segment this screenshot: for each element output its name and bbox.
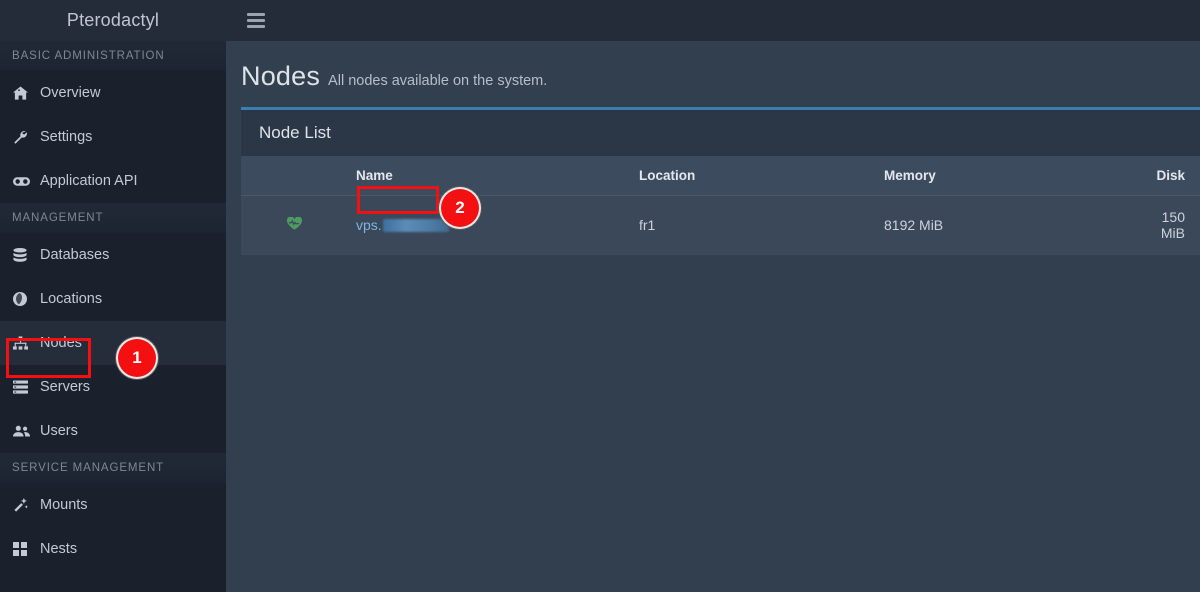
home-icon (13, 86, 37, 100)
sidebar-item-locations[interactable]: Locations (0, 277, 226, 321)
sidebar-item-label: Settings (40, 129, 93, 145)
hamburger-bar (247, 25, 265, 28)
main-content: Nodes All nodes available on the system.… (226, 0, 1200, 592)
sidebar-item-users[interactable]: Users (0, 409, 226, 453)
page-header: Nodes All nodes available on the system. (226, 41, 1200, 92)
sidebar-item-application-api[interactable]: Application API (0, 159, 226, 203)
app-root: Pterodactyl BASIC ADMINISTRATION Overvie… (0, 0, 1200, 592)
column-header-name: Name (356, 156, 639, 196)
sidebar-item-settings[interactable]: Settings (0, 115, 226, 159)
globe-icon (13, 292, 37, 306)
grid-icon (13, 542, 37, 556)
wrench-icon (13, 130, 37, 144)
node-location-cell: fr1 (639, 195, 884, 255)
sidebar-item-label: Locations (40, 291, 103, 307)
table-body: vps. fr1 8192 MiB 150 MiB (241, 195, 1200, 255)
column-header-location: Location (639, 156, 884, 196)
page-title: Nodes (241, 61, 321, 91)
sidebar-item-label: Nodes (40, 335, 82, 351)
table-head: Name Location Memory Disk (241, 156, 1200, 196)
sidebar-item-label: Servers (40, 379, 90, 395)
heartbeat-icon (286, 216, 303, 233)
sidebar-section-basic-administration: BASIC ADMINISTRATION (0, 41, 226, 71)
node-disk-cell: 150 MiB (1146, 195, 1200, 255)
node-name-prefix: vps. (356, 217, 382, 233)
sitemap-icon (13, 336, 37, 350)
sidebar-item-mounts[interactable]: Mounts (0, 483, 226, 527)
sidebar-item-label: Databases (40, 247, 110, 263)
sidebar-item-nodes[interactable]: Nodes (0, 321, 226, 365)
card-title: Node List (241, 110, 1200, 156)
users-icon (13, 425, 37, 437)
sidebar-item-databases[interactable]: Databases (0, 233, 226, 277)
node-status-cell (241, 195, 356, 255)
column-header-memory: Memory (884, 156, 1146, 196)
sidebar-item-label: Application API (40, 173, 138, 189)
server-icon (13, 380, 37, 394)
column-header-status (241, 156, 356, 196)
gamepad-icon (13, 176, 37, 187)
annotation-badge-1: 1 (118, 339, 156, 377)
sidebar-section-management: MANAGEMENT (0, 203, 226, 233)
topbar (226, 0, 1200, 41)
node-list-card: Node List Name Location Memory Disk vps.… (241, 107, 1200, 255)
column-header-disk: Disk (1146, 156, 1200, 196)
node-memory-cell: 8192 MiB (884, 195, 1146, 255)
brand-title: Pterodactyl (0, 0, 226, 41)
sidebar-item-label: Nests (40, 541, 78, 557)
hamburger-icon[interactable] (247, 13, 265, 28)
sidebar-item-nests[interactable]: Nests (0, 527, 226, 571)
nodes-table: Name Location Memory Disk vps. fr1 8192 … (241, 156, 1200, 255)
sidebar-item-servers[interactable]: Servers (0, 365, 226, 409)
hamburger-bar (247, 13, 265, 16)
sidebar-section-service-management: SERVICE MANAGEMENT (0, 453, 226, 483)
hamburger-bar (247, 19, 265, 22)
sidebar-item-label: Overview (40, 85, 101, 101)
table-header-row: Name Location Memory Disk (241, 156, 1200, 196)
sidebar-item-overview[interactable]: Overview (0, 71, 226, 115)
redacted-node-name (382, 219, 449, 232)
magic-wand-icon (13, 497, 37, 513)
annotation-badge-2: 2 (441, 189, 479, 227)
sidebar: Pterodactyl BASIC ADMINISTRATION Overvie… (0, 0, 226, 592)
sidebar-item-label: Users (40, 423, 78, 439)
page-subtitle: All nodes available on the system. (328, 73, 548, 89)
node-name-link[interactable]: vps. (356, 217, 449, 233)
table-row[interactable]: vps. fr1 8192 MiB 150 MiB (241, 195, 1200, 255)
database-icon (13, 247, 37, 263)
node-name-cell: vps. (356, 195, 639, 255)
sidebar-item-label: Mounts (40, 497, 88, 513)
